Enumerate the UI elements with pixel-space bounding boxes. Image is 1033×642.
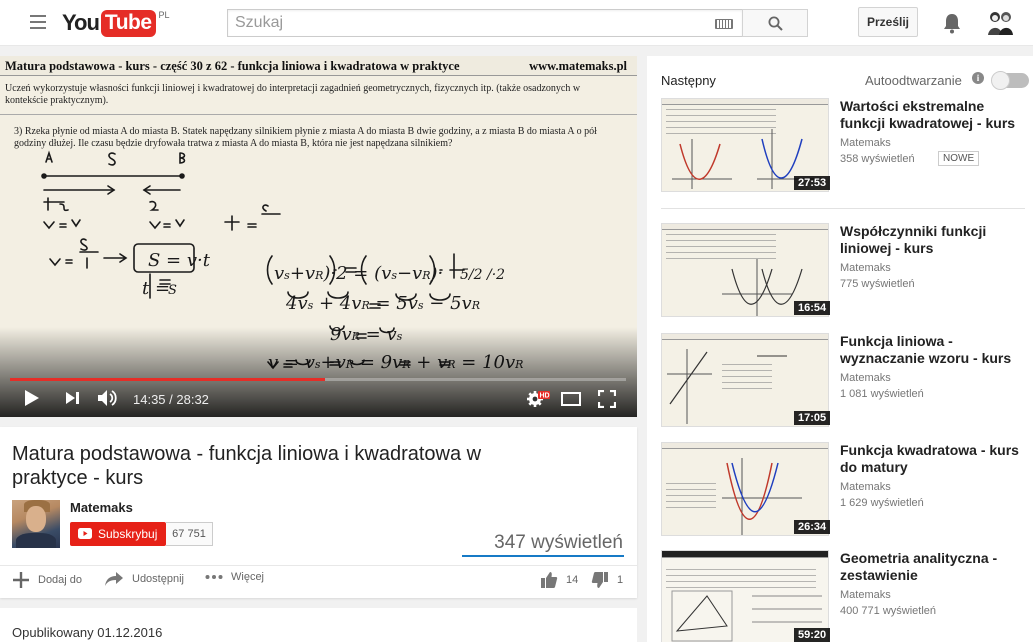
video-title[interactable]: Funkcja liniowa - wyznaczanie wzoru - ku…	[840, 333, 1030, 367]
youtube-play-icon	[78, 528, 92, 539]
more-label: Więcej	[231, 571, 265, 583]
search-input[interactable]	[228, 10, 698, 36]
subscribe-label: Subskrybuj	[98, 527, 158, 541]
svg-text:S = v·t: S = v·t	[148, 250, 211, 271]
video-duration: 16:54	[794, 301, 831, 315]
video-duration: 59:20	[794, 628, 831, 642]
fullscreen-icon[interactable]	[598, 390, 616, 408]
video-title[interactable]: Funkcja kwadratowa - kurs do matury	[840, 442, 1030, 476]
svg-text:HD: HD	[540, 393, 550, 400]
svg-text:vs+vR)·2 = (vs−vR)·: vs+vR)·2 = (vs−vR)·	[274, 263, 443, 284]
more-button[interactable]: Więcej	[205, 571, 264, 583]
svg-text:5/2 /·2: 5/2 /·2	[460, 267, 505, 283]
channel-name[interactable]: Matemaks	[70, 500, 133, 515]
slide-intro-text: Uczeń wykorzystuje własności funkcji lin…	[5, 83, 581, 106]
video-views: 1 081 wyświetleń	[840, 388, 924, 400]
volume-icon[interactable]	[97, 388, 119, 408]
progress-fill	[10, 378, 325, 381]
video-channel: Matemaks	[840, 137, 891, 149]
info-divider	[0, 565, 637, 566]
youtube-logo[interactable]: You Tube PL	[62, 9, 170, 37]
info-icon[interactable]: i	[972, 72, 984, 84]
theater-mode-icon[interactable]	[561, 392, 581, 406]
logo-text-you: You	[62, 10, 100, 35]
share-button[interactable]: Udostępnij	[104, 571, 184, 587]
thumbs-up-icon	[541, 572, 558, 588]
svg-text:S: S	[168, 283, 177, 298]
slide-site: www.matemaks.pl	[529, 59, 627, 73]
progress-bar[interactable]	[10, 378, 626, 381]
autoplay-toggle[interactable]	[991, 71, 1029, 90]
add-to-button[interactable]: Dodaj do	[12, 571, 82, 589]
plus-icon	[13, 572, 29, 588]
watch-next-sidebar: Następny Autoodtwarzanie i 27:53 Wartośc…	[647, 56, 1033, 642]
up-next-label: Następny	[661, 73, 716, 88]
recommended-video[interactable]: 26:34 Funkcja kwadratowa - kurs do matur…	[661, 442, 1029, 538]
video-channel: Matemaks	[840, 372, 891, 384]
recommended-video[interactable]: 16:54 Współczynniki funkcji liniowej - k…	[661, 223, 1029, 319]
play-icon[interactable]	[23, 388, 41, 408]
masthead: You Tube PL Prześlij	[0, 0, 1033, 46]
svg-text:t =: t =	[142, 278, 170, 299]
view-count: 347 wyświetleń	[494, 532, 623, 553]
video-channel: Matemaks	[840, 262, 891, 274]
video-duration: 17:05	[794, 411, 831, 425]
video-title[interactable]: Wartości ekstremalne funkcji kwadratowej…	[840, 98, 1030, 132]
dislike-button[interactable]: 1	[591, 571, 623, 589]
slide-divider	[0, 114, 637, 115]
user-avatar-icon[interactable]	[985, 9, 1015, 37]
search-icon	[768, 16, 783, 31]
video-duration: 26:34	[794, 520, 831, 534]
share-label: Udostępnij	[132, 573, 184, 585]
video-title[interactable]: Geometria analityczna - zestawienie	[840, 550, 1030, 584]
dislike-count: 1	[617, 574, 624, 586]
time-display: 14:35 / 28:32	[133, 392, 209, 407]
video-info-card: Matura podstawowa - funkcja liniowa i kw…	[0, 427, 637, 598]
slide-title: Matura podstawowa - kurs - część 30 z 62…	[5, 59, 460, 73]
next-video-icon[interactable]	[65, 391, 81, 405]
video-title: Matura podstawowa - funkcja liniowa i kw…	[12, 443, 482, 489]
toggle-knob	[991, 71, 1010, 90]
autoplay-label: Autoodtwarzanie	[865, 73, 962, 88]
search-box	[227, 9, 743, 37]
search-button[interactable]	[742, 9, 808, 37]
share-icon	[105, 572, 123, 586]
like-count: 14	[566, 574, 579, 586]
subscriber-count: 67 751	[166, 522, 213, 546]
channel-avatar[interactable]	[12, 500, 60, 548]
recommended-video[interactable]: 27:53 Wartości ekstremalne funkcji kwadr…	[661, 98, 1029, 194]
video-views: 400 771 wyświetleń	[840, 605, 937, 617]
menu-icon[interactable]	[30, 15, 46, 29]
thumbs-down-icon	[591, 572, 608, 588]
recommended-video[interactable]: 17:05 Funkcja liniowa - wyznaczanie wzor…	[661, 333, 1029, 429]
add-to-label: Dodaj do	[38, 574, 83, 586]
country-code: PL	[158, 10, 170, 20]
video-channel: Matemaks	[840, 589, 891, 601]
video-duration: 27:53	[794, 176, 831, 190]
notifications-bell-icon[interactable]	[942, 12, 962, 34]
recommended-video[interactable]: 59:20 Geometria analityczna - zestawieni…	[661, 550, 1029, 642]
video-player[interactable]: Matura podstawowa - kurs - część 30 z 62…	[0, 56, 637, 417]
video-title[interactable]: Współczynniki funkcji liniowej - kurs	[840, 223, 1030, 257]
svg-text:4vs + 4vR = 5vs − 5vR: 4vs + 4vR = 5vs − 5vR	[285, 293, 480, 314]
like-ratio-bar	[462, 555, 624, 557]
logo-text-tube: Tube	[100, 9, 156, 37]
more-dots-icon	[205, 575, 223, 579]
video-views: 775 wyświetleń	[840, 278, 915, 290]
new-badge: NOWE	[938, 151, 980, 166]
keyboard-icon[interactable]	[715, 19, 733, 29]
published-date: Opublikowany 01.12.2016	[12, 625, 163, 640]
slide-header: Matura podstawowa - kurs - część 30 z 62…	[0, 56, 637, 76]
subscribe-button[interactable]: Subskrybuj	[70, 522, 166, 546]
upload-button[interactable]: Prześlij	[858, 7, 918, 37]
video-channel: Matemaks	[840, 481, 891, 493]
up-next-separator	[661, 208, 1025, 209]
video-views: 1 629 wyświetleń	[840, 497, 924, 509]
settings-gear-icon[interactable]: HD	[526, 390, 550, 408]
description-card: Opublikowany 01.12.2016	[0, 608, 637, 642]
like-button[interactable]: 14	[540, 571, 578, 589]
video-views: 358 wyświetleń	[840, 153, 915, 165]
